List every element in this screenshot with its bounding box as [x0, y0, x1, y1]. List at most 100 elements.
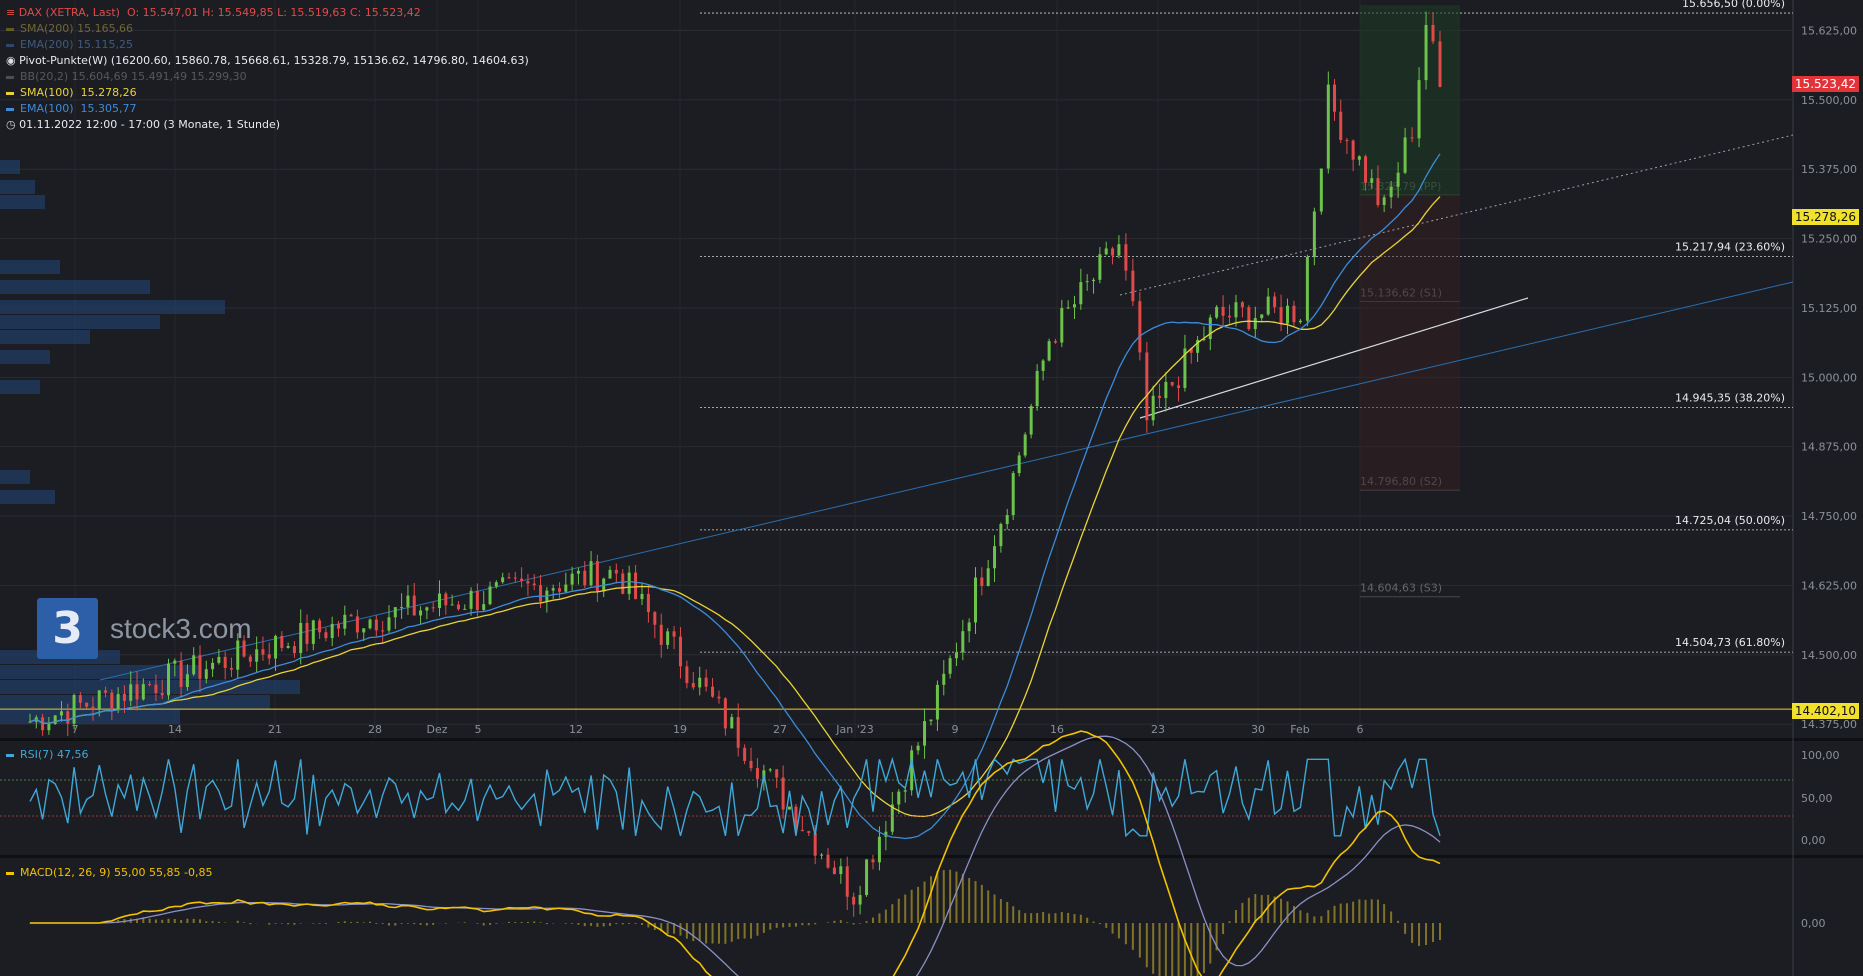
candle-body: [1111, 248, 1115, 256]
volume-profile-bar: [0, 350, 50, 364]
candle-body: [349, 614, 353, 617]
macd-histogram-bar: [698, 923, 701, 941]
candle-body: [1376, 178, 1380, 206]
fib-label: 15.656,50 (0.00%): [1682, 0, 1785, 10]
candle-body: [1072, 304, 1076, 308]
macd-histogram-bar: [1313, 916, 1316, 923]
candle-body: [698, 677, 702, 688]
candle-body: [832, 867, 836, 875]
candle-body: [463, 608, 467, 610]
macd-histogram-bar: [634, 923, 637, 924]
macd-histogram-bar: [865, 921, 868, 923]
candle-body: [501, 577, 505, 583]
candle-body: [627, 572, 631, 594]
panel-divider: [0, 855, 1863, 858]
volume-profile-bar: [0, 195, 45, 209]
macd-histogram-bar: [482, 923, 485, 926]
macd-histogram-bar: [602, 923, 605, 927]
macd-histogram-bar: [539, 922, 542, 923]
candle-body: [942, 673, 946, 685]
macd-histogram-bar: [1190, 923, 1193, 976]
candle-body: [640, 593, 644, 600]
candle-body: [986, 568, 990, 586]
macd-histogram-bar: [312, 923, 315, 924]
macd-histogram-bar: [154, 919, 157, 923]
candle-body: [539, 585, 543, 602]
macd-label[interactable]: MACD(12, 26, 9) 55,00 55,85 -0,85: [6, 866, 212, 879]
candle-body: [775, 769, 779, 778]
candle-body: [1260, 314, 1264, 319]
legend-ema100[interactable]: EMA(100) 15.305,77: [6, 101, 529, 117]
candle-body: [608, 569, 612, 579]
candle-body: [1253, 318, 1257, 330]
candle-body: [343, 614, 347, 629]
candle-body: [1104, 248, 1108, 255]
candle-body: [691, 683, 695, 688]
candle-body: [1177, 385, 1181, 388]
candle-body: [362, 628, 366, 633]
macd-histogram-bar: [999, 899, 1002, 923]
clock-icon: ◷: [6, 118, 16, 131]
candle-body: [954, 652, 958, 659]
candle-body: [852, 896, 856, 905]
macd-histogram-bar: [1439, 923, 1441, 941]
candle-body: [845, 866, 849, 897]
macd-histogram-bar: [350, 922, 353, 923]
macd-histogram-bar: [859, 923, 862, 924]
candle-body: [154, 684, 158, 693]
candle-body: [865, 859, 869, 896]
candle-body: [1333, 84, 1337, 112]
legend-sma200[interactable]: SMA(200) 15.165,66: [6, 21, 529, 37]
volume-profile-bar: [0, 280, 150, 294]
macd-histogram-bar: [705, 923, 708, 944]
macd-histogram-bar: [949, 869, 952, 923]
macd-histogram-bar: [198, 919, 201, 923]
macd-histogram-bar: [628, 923, 631, 924]
legend-sma100[interactable]: SMA(100) 15.278,26: [6, 85, 529, 101]
candle-body: [381, 630, 385, 632]
legend-symbol-row[interactable]: ≡ DAX (XETRA, Last) O: 15.547,01 H: 15.5…: [6, 5, 529, 21]
candle-body: [78, 695, 82, 703]
candle-body: [1041, 360, 1045, 371]
macd-histogram-bar: [356, 921, 359, 923]
candle-body: [743, 747, 747, 761]
volume-profile-bar: [0, 330, 90, 344]
candle-body: [929, 719, 933, 722]
macd-histogram-bar: [794, 923, 797, 927]
macd-histogram-bar: [362, 922, 365, 923]
candle-body: [1208, 317, 1212, 340]
macd-histogram-bar: [1260, 895, 1263, 923]
candle-body: [711, 686, 715, 697]
macd-histogram-bar: [186, 918, 189, 923]
macd-histogram-bar: [1012, 906, 1015, 923]
candle-body: [425, 607, 429, 611]
ohlc-values: O: 15.547,01 H: 15.549,85 L: 15.519,63 C…: [126, 6, 421, 19]
legend-pivot[interactable]: ◉ Pivot-Punkte(W) (16200.60, 15860.78, 1…: [6, 53, 529, 69]
candle-body: [387, 617, 391, 631]
macd-histogram-bar: [1425, 923, 1428, 945]
macd-histogram-bar: [1254, 894, 1257, 923]
macd-histogram-bar: [419, 923, 422, 925]
macd-histogram-bar: [1131, 923, 1134, 950]
pivot-label: 14.604,63 (S3): [1360, 582, 1442, 595]
price-chart[interactable]: 15.656,50 (0.00%) 15.217,94 (23.60%) 14.94…: [0, 0, 1863, 976]
macd-histogram-bar: [1228, 921, 1231, 923]
legend-ema200[interactable]: EMA(200) 15.115,25: [6, 37, 529, 53]
candle-body: [967, 622, 971, 632]
candle-body: [717, 696, 721, 699]
macd-histogram-bar: [692, 923, 695, 942]
fib-label: 15.217,94 (23.60%): [1675, 240, 1785, 253]
legend-bb[interactable]: BB(20,2) 15.604,69 15.491,49 15.299,30: [6, 69, 529, 85]
candle-body: [104, 690, 108, 693]
macd-histogram-bar: [846, 922, 849, 923]
trend-lines: [0, 134, 1794, 710]
macd-histogram-bar: [987, 890, 990, 923]
rsi-label[interactable]: RSI(7) 47,56: [6, 748, 88, 761]
candle-body: [576, 570, 580, 574]
macd-histogram-bar: [192, 918, 195, 923]
macd-histogram-bar: [756, 923, 759, 936]
candle-body: [261, 649, 265, 655]
macd-histogram-bar: [495, 923, 498, 924]
time-tick-label: 28: [368, 723, 382, 736]
candle-body: [1279, 307, 1283, 324]
